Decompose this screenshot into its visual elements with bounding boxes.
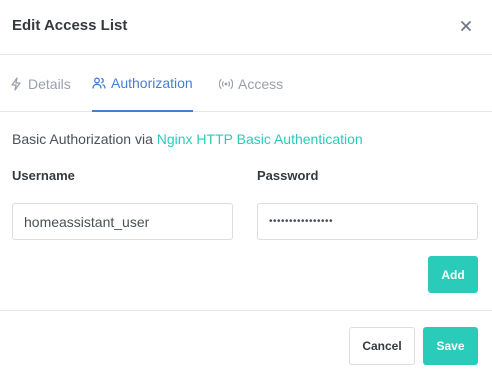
close-icon[interactable] xyxy=(457,17,475,35)
tab-details-label: Details xyxy=(28,75,71,92)
tab-access-label: Access xyxy=(238,75,284,92)
username-input[interactable] xyxy=(12,203,233,240)
users-icon xyxy=(92,76,106,90)
cancel-button[interactable]: Cancel xyxy=(349,327,415,365)
tab-access[interactable]: Access xyxy=(219,55,283,112)
nginx-basic-auth-link[interactable]: Nginx HTTP Basic Authentication xyxy=(157,131,363,147)
add-button[interactable]: Add xyxy=(428,256,478,293)
password-input[interactable] xyxy=(257,203,478,240)
auth-description-text: Basic Authorization via xyxy=(12,131,153,147)
tab-authorization-label: Authorization xyxy=(111,74,193,91)
save-button[interactable]: Save xyxy=(423,327,478,365)
modal-title: Edit Access List xyxy=(12,17,128,34)
tab-details[interactable]: Details xyxy=(9,55,71,112)
broadcast-icon xyxy=(219,77,233,91)
modal-footer xyxy=(0,310,492,377)
lightning-icon xyxy=(9,76,23,91)
modal-header: Edit Access List xyxy=(0,0,492,55)
auth-description: Basic Authorization via Nginx HTTP Basic… xyxy=(12,131,363,147)
tab-bar: Details Authorization Access xyxy=(0,55,492,112)
username-label: Username xyxy=(12,168,75,183)
tab-authorization[interactable]: Authorization xyxy=(92,55,193,112)
password-label: Password xyxy=(257,168,319,183)
edit-access-list-modal: Edit Access List Details Authorization A… xyxy=(0,0,492,377)
